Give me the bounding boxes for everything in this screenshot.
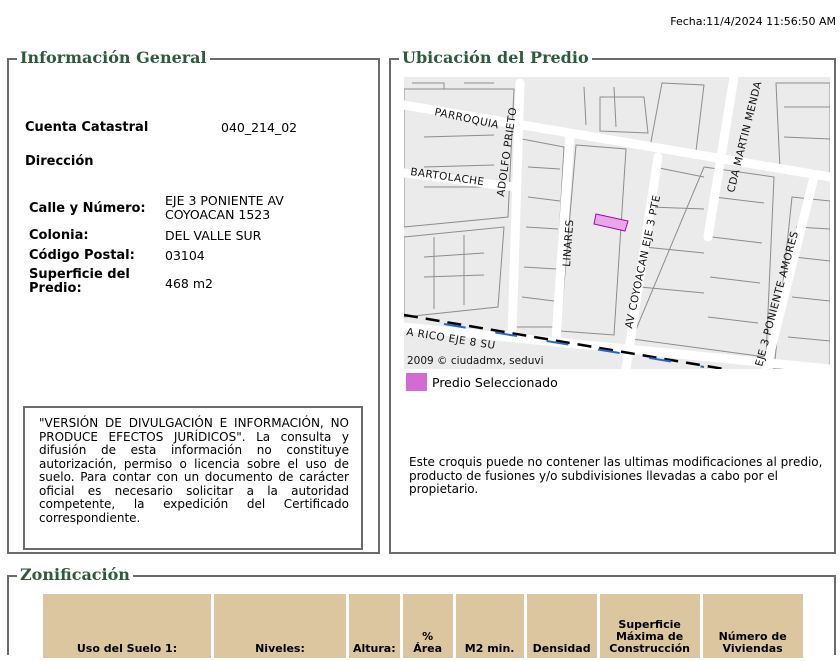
header-porcentaje-area: % Área <box>402 594 453 658</box>
cuenta-catastral-label: Cuenta Catastral <box>25 120 149 135</box>
map-copyright: 2009 © ciudadmx, seduvi <box>407 355 544 367</box>
calle-numero-line2: COYOACAN 1523 <box>165 207 271 222</box>
header-uso-suelo: Uso del Suelo 1: <box>43 594 211 658</box>
superficie-predio-value: 468 m2 <box>165 276 213 291</box>
informacion-general-legend: Información General <box>17 48 210 68</box>
ubicacion-predio-panel: Ubicación del Predio PARROQUIA ADOLFO PR… <box>389 48 836 554</box>
fecha-timestamp: Fecha:11/4/2024 11:56:50 AM <box>670 15 836 28</box>
zonificacion-panel: Zonificación Uso del Suelo 1: Niveles: A… <box>7 565 836 658</box>
map-block <box>783 106 830 140</box>
location-map[interactable]: PARROQUIA ADOLFO PRIETO BARTOLACHE LINAR… <box>404 77 830 369</box>
header-line: M2 min. <box>464 642 515 655</box>
header-line: Densidad <box>532 642 591 655</box>
cuenta-catastral-value: 040_214_02 <box>221 120 298 135</box>
header-line: Máxima de <box>615 630 684 643</box>
header-line: Altura: <box>353 642 396 655</box>
map-block <box>707 196 765 324</box>
codigo-postal-label: Código Postal: <box>29 248 135 263</box>
map-block <box>775 82 830 176</box>
croquis-note: Este croquis puede no contener las ultim… <box>409 455 823 496</box>
superficie-label-line2: Predio: <box>29 281 82 296</box>
predio-legend-label: Predio Seleccionado <box>432 375 558 390</box>
calle-numero-label: Calle y Número: <box>29 201 146 216</box>
header-superficie-maxima: Superficie Máxima de Construcción <box>599 594 700 658</box>
map-label-eje3-amores: EJE 3 PONIENTE AMORES <box>753 230 801 368</box>
colonia-label: Colonia: <box>29 228 89 243</box>
calle-numero-value: EJE 3 PONIENTE AV COYOACAN 1523 <box>165 194 284 222</box>
map-label-coyoacan: AV COYOACAN EJE 3 PTE <box>623 194 663 330</box>
ubicacion-predio-legend: Ubicación del Predio <box>399 48 592 68</box>
disclaimer-box: "VERSIÓN DE DIVULGACIÓN E INFORMACIÓN, N… <box>23 406 363 550</box>
header-line: Niveles: <box>255 642 305 655</box>
map-block <box>521 166 561 302</box>
map-block <box>412 82 494 89</box>
calle-numero-line1: EJE 3 PONIENTE AV <box>165 193 284 208</box>
header-densidad: Densidad <box>526 594 597 658</box>
map-block <box>423 235 485 309</box>
zonificacion-legend: Zonificación <box>17 565 133 585</box>
map-block <box>404 226 505 318</box>
header-niveles: Niveles: <box>214 594 346 658</box>
zonificacion-header-row: Uso del Suelo 1: Niveles: Altura: % Área… <box>43 594 803 658</box>
direccion-label: Dirección <box>25 154 94 169</box>
informacion-general-panel: Información General Cuenta Catastral 040… <box>7 48 380 554</box>
header-line: Construcción <box>609 642 690 655</box>
header-line: Viviendas <box>722 642 783 655</box>
header-altura: Altura: <box>349 594 400 658</box>
header-numero-viviendas: Número de Viviendas <box>702 594 803 658</box>
header-m2-min: M2 min. <box>455 594 524 658</box>
superficie-label-line1: Superficie del <box>29 267 130 282</box>
header-line: % <box>422 630 434 643</box>
predio-legend-swatch <box>406 373 427 391</box>
map-label-bartolache: BARTOLACHE <box>410 166 485 188</box>
header-line: Área <box>413 642 443 655</box>
superficie-predio-label: Superficie del Predio: <box>29 268 130 296</box>
colonia-value: DEL VALLE SUR <box>165 228 262 243</box>
map-block <box>599 96 649 134</box>
map-block <box>649 82 705 152</box>
codigo-postal-value: 03104 <box>165 248 205 263</box>
header-line: Uso del Suelo 1: <box>76 642 178 655</box>
header-line: Número de <box>718 630 787 643</box>
predio-seleccionado-shape <box>593 213 629 232</box>
zonificacion-table: Uso del Suelo 1: Niveles: Altura: % Área… <box>40 591 806 661</box>
map-label-parroquia: PARROQUIA <box>433 106 500 131</box>
map-svg: PARROQUIA ADOLFO PRIETO BARTOLACHE LINAR… <box>404 77 830 369</box>
map-label-linares: LINARES <box>561 219 576 267</box>
